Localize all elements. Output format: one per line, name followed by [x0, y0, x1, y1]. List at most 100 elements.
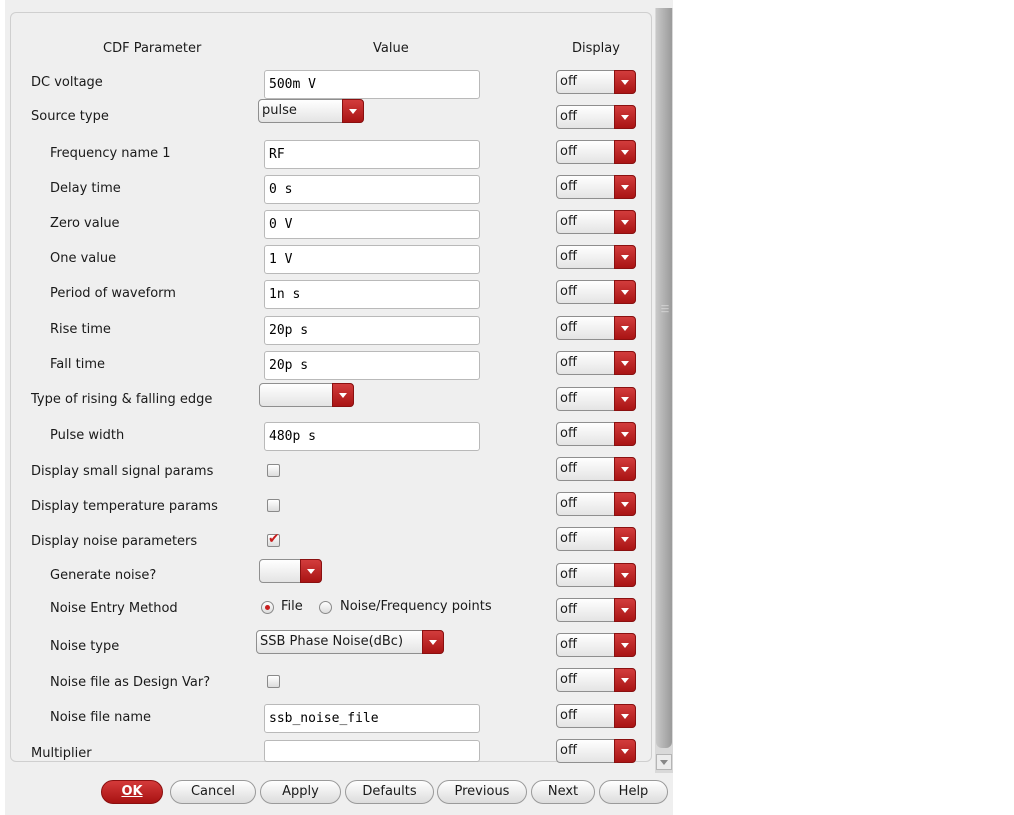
noise-type-select[interactable]: SSB Phase Noise(dBc)	[256, 630, 444, 654]
display-select-edge-type[interactable]: off	[556, 387, 636, 411]
help-button[interactable]: Help	[599, 780, 668, 804]
chevron-down-icon[interactable]	[614, 387, 636, 411]
header-value: Value	[373, 41, 409, 56]
chevron-down-icon[interactable]	[614, 245, 636, 269]
label-noise-file-design-var: Noise file as Design Var?	[50, 675, 211, 690]
temperature-params-checkbox[interactable]	[267, 499, 280, 512]
vertical-scrollbar[interactable]: — — —	[655, 8, 673, 773]
frequency-name-1-field[interactable]	[264, 140, 480, 169]
label-temperature-params: Display temperature params	[31, 499, 218, 514]
display-value: off	[560, 391, 577, 406]
defaults-button[interactable]: Defaults	[345, 780, 434, 804]
chevron-down-icon[interactable]	[614, 668, 636, 692]
display-value: off	[560, 567, 577, 582]
zero-value-field[interactable]	[264, 210, 480, 239]
small-signal-params-checkbox[interactable]	[267, 464, 280, 477]
source-type-select[interactable]: pulse	[258, 99, 364, 123]
chevron-down-icon[interactable]	[614, 280, 636, 304]
display-select-frequency-name-1[interactable]: off	[556, 140, 636, 164]
generate-noise-select[interactable]	[259, 559, 322, 583]
period-of-waveform-field[interactable]	[264, 280, 480, 309]
display-value: off	[560, 179, 577, 194]
chevron-down-icon[interactable]	[614, 598, 636, 622]
chevron-down-icon[interactable]	[614, 527, 636, 551]
chevron-down-icon[interactable]	[614, 175, 636, 199]
display-select-noise-file-design-var[interactable]: off	[556, 668, 636, 692]
chevron-down-icon[interactable]	[614, 633, 636, 657]
chevron-down-icon[interactable]	[614, 492, 636, 516]
chevron-down-icon[interactable]	[614, 704, 636, 728]
display-value: off	[560, 249, 577, 264]
chevron-down-icon[interactable]	[614, 351, 636, 375]
cdf-parameter-panel: CDF Parameter Value Display DC voltage o…	[10, 12, 652, 763]
apply-button[interactable]: Apply	[260, 780, 341, 804]
display-select-dc-voltage[interactable]: off	[556, 70, 636, 94]
chevron-down-icon[interactable]	[614, 70, 636, 94]
display-select-noise-type[interactable]: off	[556, 633, 636, 657]
label-noise-file-name: Noise file name	[50, 710, 151, 725]
chevron-down-icon[interactable]	[614, 140, 636, 164]
pulse-width-field[interactable]	[264, 422, 480, 451]
display-value: off	[560, 743, 577, 758]
chevron-down-icon[interactable]	[614, 563, 636, 587]
display-value: off	[560, 214, 577, 229]
delay-time-field[interactable]	[264, 175, 480, 204]
display-select-rise-time[interactable]: off	[556, 316, 636, 340]
chevron-down-icon[interactable]	[614, 210, 636, 234]
next-label: Next	[547, 784, 579, 799]
label-fall-time: Fall time	[50, 357, 105, 372]
display-value: off	[560, 355, 577, 370]
label-noise-type: Noise type	[50, 639, 120, 654]
display-value: off	[560, 602, 577, 617]
chevron-down-icon[interactable]	[300, 559, 322, 583]
fall-time-field[interactable]	[264, 351, 480, 380]
chevron-down-icon[interactable]	[614, 739, 636, 763]
chevron-down-icon[interactable]	[614, 422, 636, 446]
checkmark-icon: ✔	[268, 531, 280, 547]
display-select-noise-entry[interactable]: off	[556, 598, 636, 622]
dc-voltage-field[interactable]	[264, 70, 480, 99]
rise-time-field[interactable]	[264, 316, 480, 345]
edge-type-select[interactable]	[259, 383, 354, 407]
display-select-source-type[interactable]: off	[556, 105, 636, 129]
label-one-value: One value	[50, 251, 117, 266]
chevron-down-icon[interactable]	[614, 316, 636, 340]
chevron-down-icon[interactable]	[614, 105, 636, 129]
radio-file-label: File	[281, 599, 303, 614]
display-value: off	[560, 144, 577, 159]
display-value: off	[560, 426, 577, 441]
one-value-field[interactable]	[264, 245, 480, 274]
display-select-temperature[interactable]: off	[556, 492, 636, 516]
display-select-period-of-waveform[interactable]: off	[556, 280, 636, 304]
previous-button[interactable]: Previous	[437, 780, 527, 804]
radio-file[interactable]	[261, 601, 274, 614]
display-select-fall-time[interactable]: off	[556, 351, 636, 375]
display-select-small-signal[interactable]: off	[556, 457, 636, 481]
scroll-down-arrow-icon[interactable]	[656, 754, 672, 770]
display-select-zero-value[interactable]: off	[556, 210, 636, 234]
chevron-down-icon[interactable]	[422, 630, 444, 654]
help-label: Help	[618, 784, 649, 799]
display-select-pulse-width[interactable]: off	[556, 422, 636, 446]
noise-type-value: SSB Phase Noise(dBc)	[260, 634, 404, 649]
radio-noise-frequency-points[interactable]	[319, 601, 332, 614]
display-select-noise-parameters[interactable]: off	[556, 527, 636, 551]
display-select-noise-file-name[interactable]: off	[556, 704, 636, 728]
chevron-down-icon[interactable]	[614, 457, 636, 481]
next-button[interactable]: Next	[531, 780, 595, 804]
multiplier-field[interactable]	[264, 740, 480, 762]
display-select-delay-time[interactable]: off	[556, 175, 636, 199]
scrollbar-thumb[interactable]: — — —	[656, 8, 672, 748]
display-select-multiplier[interactable]: off	[556, 739, 636, 763]
display-value: off	[560, 531, 577, 546]
chevron-down-icon[interactable]	[342, 99, 364, 123]
noise-parameters-checkbox[interactable]: ✔	[267, 531, 280, 547]
noise-file-name-field[interactable]	[264, 704, 480, 733]
chevron-down-icon[interactable]	[332, 383, 354, 407]
label-source-type: Source type	[31, 109, 109, 124]
ok-button[interactable]: OK	[101, 780, 163, 804]
cancel-button[interactable]: Cancel	[170, 780, 256, 804]
display-select-generate-noise[interactable]: off	[556, 563, 636, 587]
noise-file-design-var-checkbox[interactable]	[267, 675, 280, 688]
display-select-one-value[interactable]: off	[556, 245, 636, 269]
